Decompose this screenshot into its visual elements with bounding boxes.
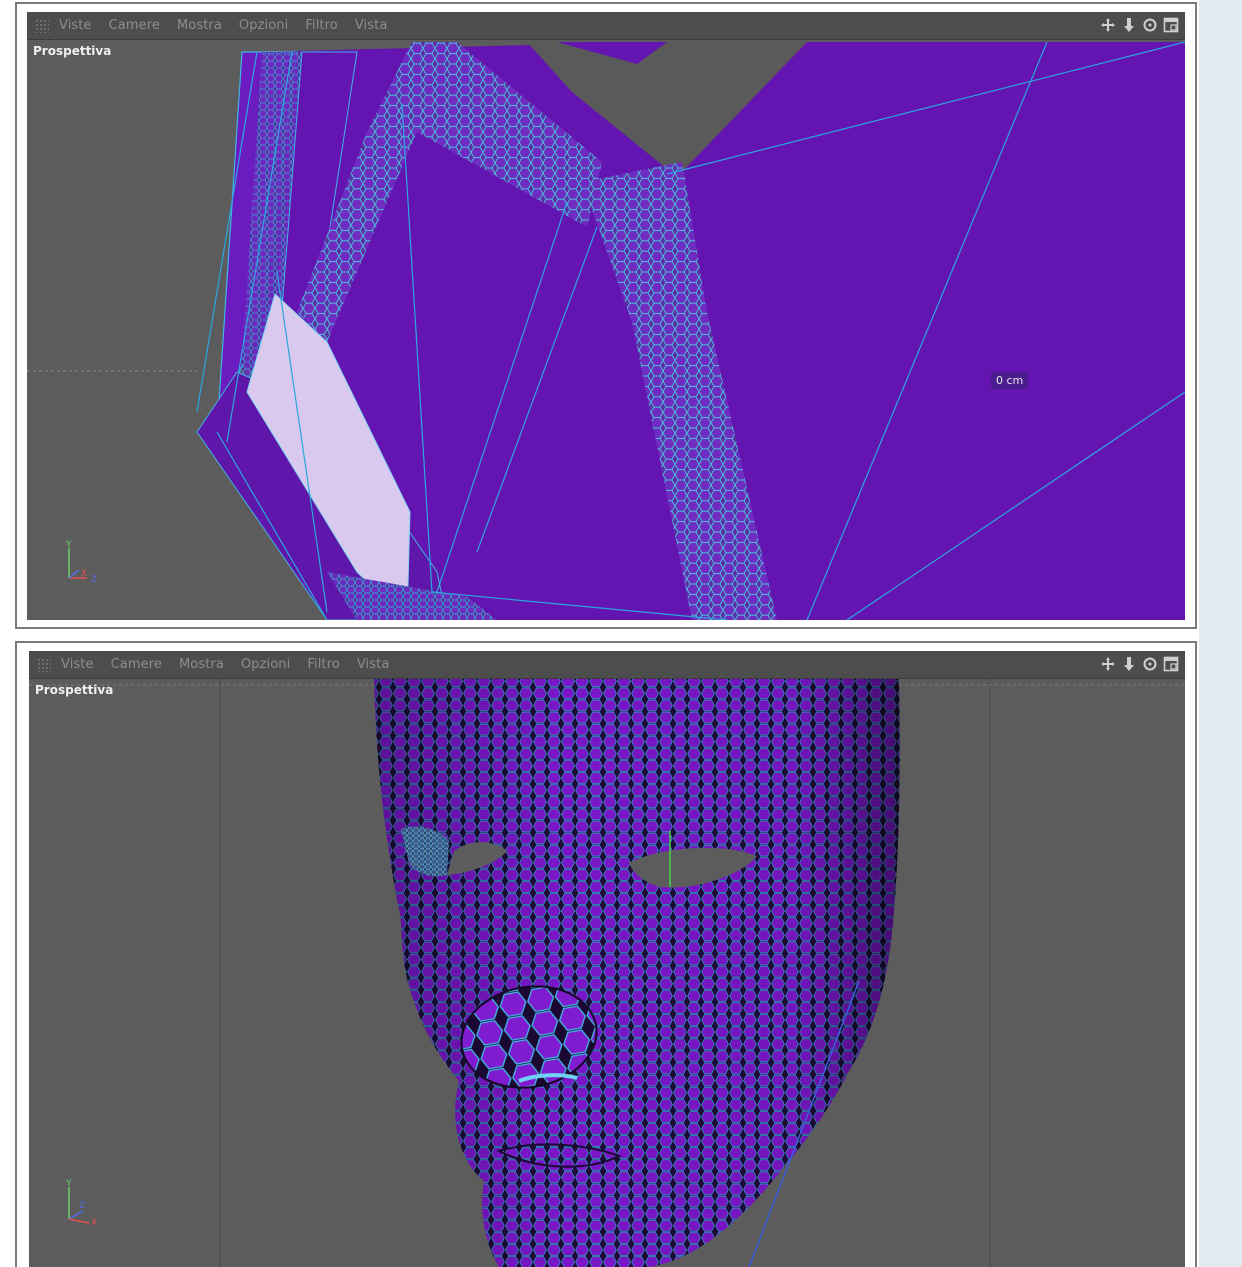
axis-label-y: Y	[65, 1179, 72, 1189]
axis-label-y: Y	[65, 540, 72, 550]
axis-label-z: Z	[91, 575, 97, 584]
viewport-panel-top: Viste Camere Mostra Opzioni Filtro Vista	[15, 2, 1197, 629]
menu-viste[interactable]: Viste	[61, 657, 94, 672]
menu-camere[interactable]: Camere	[111, 657, 162, 672]
axis-label-z: Z	[79, 1201, 85, 1211]
zoom-icon[interactable]	[1121, 16, 1137, 34]
menu-camere[interactable]: Camere	[109, 18, 160, 33]
viewport-bottom[interactable]: Viste Camere Mostra Opzioni Filtro Vista	[29, 651, 1185, 1267]
menu-opzioni[interactable]: Opzioni	[241, 657, 290, 672]
side-scroll-strip	[1199, 0, 1242, 1267]
menu-vista[interactable]: Vista	[355, 18, 388, 33]
axis-gizmo-bottom: Y Z X	[65, 1179, 97, 1227]
viewport-nav-icons	[1100, 655, 1179, 673]
menu-viste[interactable]: Viste	[59, 18, 92, 33]
maximize-icon[interactable]	[1163, 16, 1179, 34]
menu-mostra[interactable]: Mostra	[177, 18, 222, 33]
move-icon[interactable]	[1100, 655, 1116, 673]
menu-vista[interactable]: Vista	[357, 657, 390, 672]
maximize-icon[interactable]	[1163, 655, 1179, 673]
viewport-panel-bottom: Viste Camere Mostra Opzioni Filtro Vista	[15, 641, 1197, 1267]
axis-label-x: X	[81, 569, 87, 579]
zoom-icon[interactable]	[1121, 655, 1137, 673]
mesh-closeup-scene	[27, 41, 1185, 620]
drag-grip-icon[interactable]	[35, 18, 49, 33]
hex-mask-face-scene	[29, 679, 1185, 1267]
menu-filtro[interactable]: Filtro	[305, 18, 337, 33]
menu-mostra[interactable]: Mostra	[179, 657, 224, 672]
view-label-prospettiva: Prospettiva	[33, 44, 112, 58]
viewport-top[interactable]: Viste Camere Mostra Opzioni Filtro Vista	[27, 12, 1185, 620]
move-icon[interactable]	[1100, 16, 1116, 34]
rotate-icon[interactable]	[1142, 655, 1158, 673]
axis-label-x: X	[91, 1218, 97, 1227]
viewport-menubar-bottom: Viste Camere Mostra Opzioni Filtro Vista	[29, 651, 1185, 679]
rotate-icon[interactable]	[1142, 16, 1158, 34]
distance-readout: 0 cm	[991, 372, 1029, 389]
viewport-nav-icons	[1100, 16, 1179, 34]
view-label-prospettiva: Prospettiva	[35, 683, 114, 697]
menu-filtro[interactable]: Filtro	[307, 657, 339, 672]
drag-grip-icon[interactable]	[37, 657, 51, 672]
axis-gizmo-top: Y X Z	[65, 540, 97, 584]
viewport-menubar-top: Viste Camere Mostra Opzioni Filtro Vista	[27, 12, 1185, 40]
menu-opzioni[interactable]: Opzioni	[239, 18, 288, 33]
